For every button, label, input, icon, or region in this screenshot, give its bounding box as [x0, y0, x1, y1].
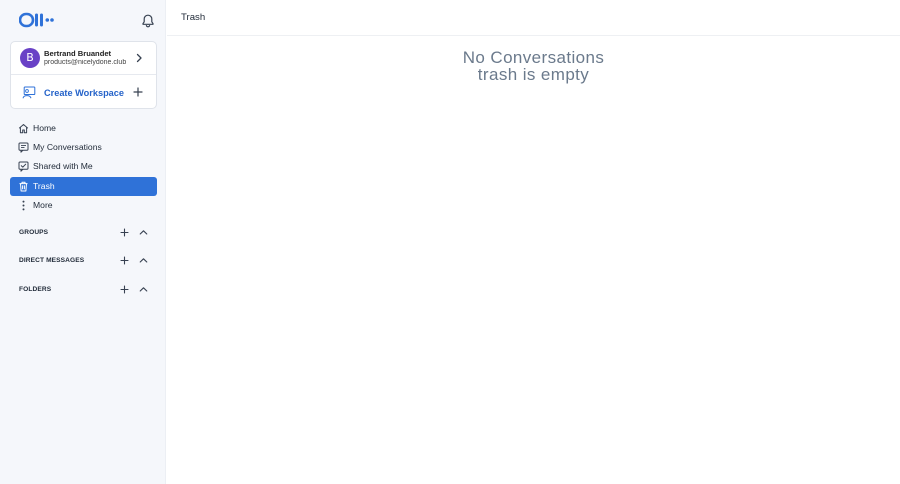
- section-groups: GROUPS: [10, 225, 157, 241]
- section-title: DIRECT MESSAGES: [19, 257, 85, 264]
- header-bar: Trash: [167, 0, 900, 36]
- app-logo[interactable]: [19, 12, 55, 28]
- nav-item-label: Trash: [33, 180, 55, 191]
- avatar: B: [20, 48, 40, 68]
- chat-icon: [18, 142, 29, 153]
- nav-item-trash[interactable]: Trash: [10, 176, 157, 196]
- add-group-icon[interactable]: [120, 228, 129, 237]
- create-workspace-button[interactable]: Create Workspace: [11, 76, 156, 109]
- add-direct-message-icon[interactable]: [120, 256, 129, 265]
- empty-state-subtitle: trash is empty: [477, 65, 590, 84]
- nav-item-more[interactable]: More: [10, 196, 157, 215]
- more-vertical-icon: [22, 200, 25, 211]
- olli-logo-icon: [19, 12, 54, 28]
- nav-item-shared-with-me[interactable]: Shared with Me: [10, 157, 157, 176]
- workspace-icon: [22, 86, 36, 99]
- chevron-up-icon[interactable]: [139, 229, 148, 236]
- section-title: GROUPS: [19, 229, 49, 236]
- shared-icon: [18, 161, 29, 173]
- empty-state-title: No Conversations: [462, 48, 605, 67]
- create-workspace-label: Create Workspace: [44, 88, 125, 98]
- home-icon: [18, 124, 29, 134]
- sidebar: B Bertrand Bruandet products@nicelydone.…: [0, 0, 166, 484]
- main-nav: Home My Conversations Shared with Me Tra…: [10, 119, 157, 215]
- user-name: Bertrand Bruandet: [44, 49, 112, 58]
- user-email: products@nicelydone.club: [44, 59, 127, 66]
- trash-icon: [19, 181, 28, 192]
- main-content: Trash No Conversations trash is empty: [167, 0, 900, 484]
- add-folder-icon[interactable]: [120, 285, 129, 294]
- section-direct-messages: DIRECT MESSAGES: [10, 253, 157, 269]
- bell-icon[interactable]: [140, 13, 156, 29]
- account-switcher[interactable]: B Bertrand Bruandet products@nicelydone.…: [11, 42, 156, 75]
- empty-state: No Conversations trash is empty: [167, 49, 900, 83]
- plus-icon[interactable]: [133, 87, 143, 97]
- chevron-up-icon[interactable]: [139, 286, 148, 293]
- section-title: FOLDERS: [19, 286, 52, 293]
- nav-item-label: Shared with Me: [33, 161, 93, 172]
- account-card: B Bertrand Bruandet products@nicelydone.…: [10, 41, 157, 109]
- chevron-right-icon: [136, 53, 142, 63]
- nav-item-label: More: [33, 199, 53, 210]
- page-title: Trash: [181, 12, 206, 23]
- nav-item-label: Home: [33, 123, 56, 133]
- nav-item-home[interactable]: Home: [10, 119, 157, 138]
- nav-item-my-conversations[interactable]: My Conversations: [10, 138, 157, 157]
- chevron-up-icon[interactable]: [139, 257, 148, 264]
- section-folders: FOLDERS: [10, 282, 157, 298]
- nav-item-label: My Conversations: [33, 142, 102, 153]
